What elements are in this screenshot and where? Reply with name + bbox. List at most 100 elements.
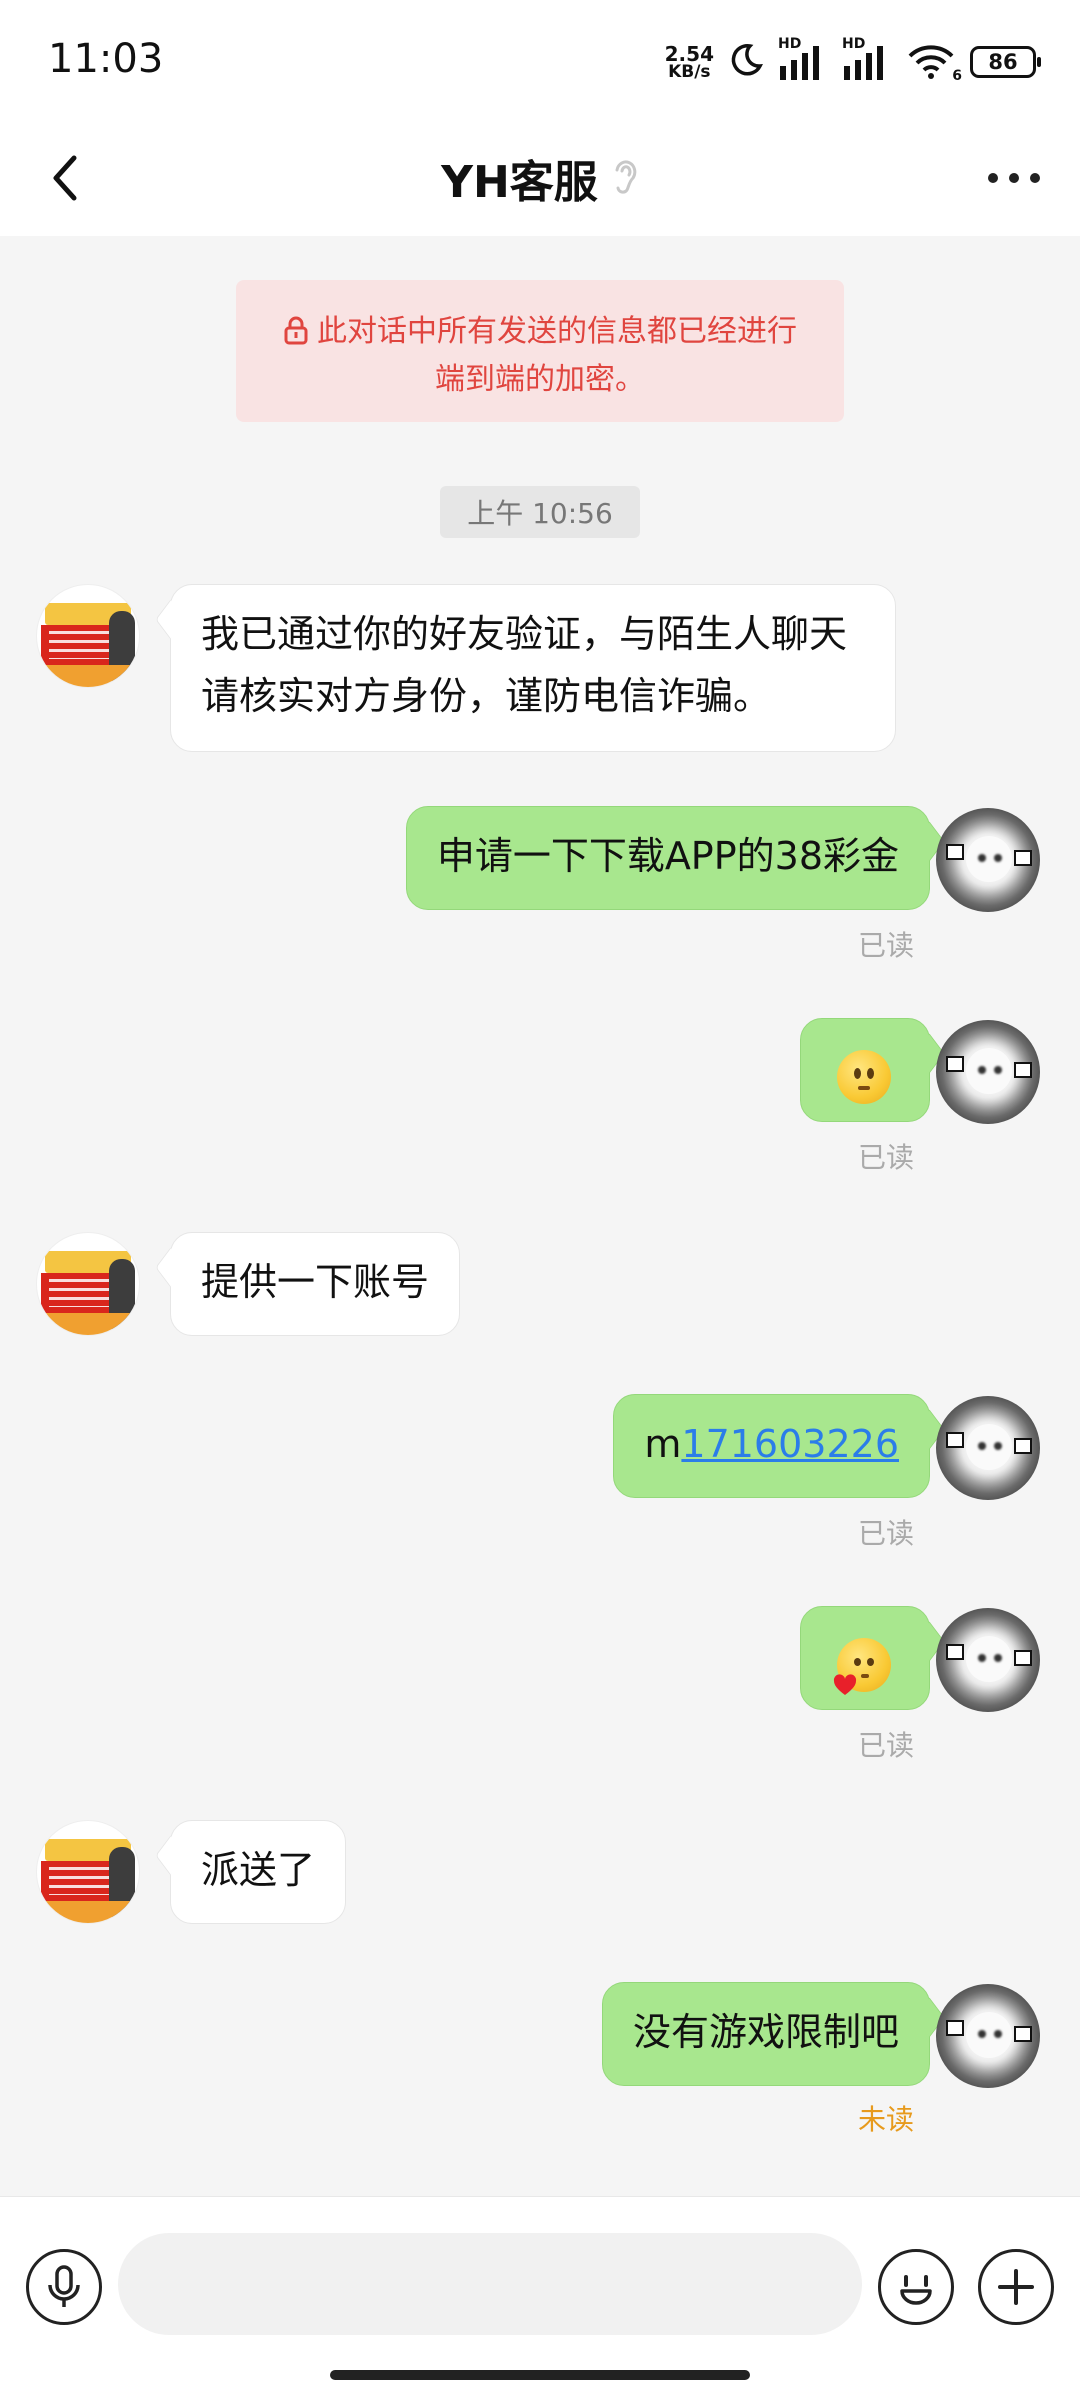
avatar-sticker bbox=[946, 1432, 964, 1448]
more-dot-icon bbox=[1030, 173, 1040, 183]
read-status: 已读 bbox=[857, 1729, 914, 1762]
user-avatar[interactable] bbox=[936, 1984, 1040, 2088]
avatar-eye bbox=[994, 1066, 1002, 1074]
avatar-bottom bbox=[37, 1901, 139, 1923]
message-text-prefix: m bbox=[644, 1422, 682, 1466]
phone-link[interactable]: 171603226 bbox=[681, 1422, 899, 1466]
chat-header: YH客服 bbox=[0, 120, 1080, 236]
message-bubble-outgoing[interactable]: 申请一下下载APP的38彩金 bbox=[405, 806, 930, 910]
message-bubble-outgoing[interactable] bbox=[800, 1606, 930, 1710]
agent-avatar[interactable] bbox=[36, 1820, 140, 1924]
message-bubble-incoming[interactable]: 提供一下账号 bbox=[170, 1232, 461, 1336]
emoji-face-icon bbox=[900, 2275, 932, 2305]
read-status: 已读 bbox=[857, 1517, 914, 1550]
more-dot-icon bbox=[1009, 173, 1019, 183]
header-title-wrap: YH客服 bbox=[0, 146, 1080, 210]
emoji-mouth bbox=[861, 1673, 869, 1678]
avatar-lines bbox=[49, 1867, 113, 1895]
avatar-bottom bbox=[37, 1313, 139, 1335]
more-options-button[interactable] bbox=[984, 154, 1044, 202]
avatar-eye bbox=[994, 1654, 1002, 1662]
avatar-sticker bbox=[946, 1056, 964, 1072]
message-text: 我已通过你的好友验证，与陌生人聊天请核实对方身份，谨防电信诈骗。 bbox=[201, 612, 848, 718]
avatar-eye bbox=[978, 2030, 986, 2038]
battery-level: 86 bbox=[988, 50, 1018, 74]
message-bubble-outgoing[interactable] bbox=[800, 1018, 930, 1122]
emoji-eye bbox=[867, 1657, 874, 1666]
message-bubble-incoming[interactable]: 派送了 bbox=[170, 1820, 347, 1924]
avatar-face bbox=[966, 1424, 1012, 1470]
user-avatar[interactable] bbox=[936, 1020, 1040, 1124]
voice-button[interactable] bbox=[26, 2249, 102, 2325]
sim2-hd-label: HD bbox=[842, 36, 866, 52]
avatar-bottom bbox=[37, 665, 139, 687]
avatar-eye bbox=[978, 1654, 986, 1662]
read-status: 已读 bbox=[857, 929, 914, 962]
sim1-hd-label: HD bbox=[778, 36, 802, 52]
ear-icon bbox=[613, 156, 639, 200]
input-bar bbox=[0, 2196, 1080, 2400]
message-text: 提供一下账号 bbox=[201, 1260, 430, 1304]
encryption-notice: 此对话中所有发送的信息都已经进行端到端的加密。 bbox=[236, 280, 844, 422]
avatar-sticker bbox=[946, 2020, 964, 2036]
message-bubble-outgoing[interactable]: m171603226 bbox=[613, 1394, 930, 1498]
avatar-face bbox=[966, 1048, 1012, 1094]
smile-emoji-icon bbox=[837, 1049, 891, 1104]
emoji-eye bbox=[854, 1067, 861, 1079]
home-indicator[interactable] bbox=[330, 2370, 750, 2380]
signal-1-icon: HD bbox=[778, 36, 828, 82]
chat-title: YH客服 bbox=[441, 157, 598, 208]
encryption-notice-text: 此对话中所有发送的信息都已经进行端到端的加密。 bbox=[317, 314, 797, 397]
avatar-sticker bbox=[1014, 1650, 1032, 1666]
emoji-mouth bbox=[858, 1085, 870, 1090]
network-speed: 2.54 KB/s bbox=[665, 44, 714, 81]
avatar-face bbox=[966, 2012, 1012, 2058]
network-speed-value: 2.54 bbox=[664, 41, 714, 66]
unread-status: 未读 bbox=[857, 2103, 914, 2136]
message-text: 申请一下下载APP的38彩金 bbox=[436, 834, 899, 878]
status-bar: 11:03 2.54 KB/s HD HD 6 86 bbox=[0, 0, 1080, 120]
microphone-icon bbox=[48, 2265, 80, 2307]
agent-avatar[interactable] bbox=[36, 1232, 140, 1336]
avatar-eye bbox=[978, 1442, 986, 1450]
emoji-button[interactable] bbox=[878, 2249, 954, 2325]
avatar-eye bbox=[978, 1066, 986, 1074]
user-avatar[interactable] bbox=[936, 808, 1040, 912]
time-separator: 上午 10:56 bbox=[440, 486, 640, 538]
avatar-sticker bbox=[1014, 1062, 1032, 1078]
message-text: 没有游戏限制吧 bbox=[632, 2010, 899, 2054]
avatar-sticker bbox=[946, 1644, 964, 1660]
signal-2-icon: HD bbox=[842, 36, 892, 82]
avatar-face bbox=[966, 1636, 1012, 1682]
message-input[interactable] bbox=[118, 2233, 862, 2335]
avatar-sticker bbox=[1014, 2026, 1032, 2042]
avatar-sticker bbox=[1014, 1438, 1032, 1454]
lock-icon bbox=[283, 314, 309, 358]
agent-avatar[interactable] bbox=[36, 584, 140, 688]
message-bubble-outgoing[interactable]: 没有游戏限制吧 bbox=[601, 1982, 930, 2086]
avatar-sticker bbox=[946, 844, 964, 860]
user-avatar[interactable] bbox=[936, 1608, 1040, 1712]
heart-icon bbox=[833, 1673, 857, 1695]
avatar-eye bbox=[994, 854, 1002, 862]
network-speed-unit: KB/s bbox=[668, 61, 711, 82]
avatar-sticker bbox=[1014, 850, 1032, 866]
user-avatar[interactable] bbox=[936, 1396, 1040, 1500]
more-dot-icon bbox=[988, 173, 998, 183]
add-button[interactable] bbox=[978, 2249, 1054, 2325]
avatar-eye bbox=[978, 854, 986, 862]
message-bubble-incoming[interactable]: 我已通过你的好友验证，与陌生人聊天请核实对方身份，谨防电信诈骗。 bbox=[170, 584, 896, 752]
avatar-eye bbox=[994, 1442, 1002, 1450]
emoji-eye bbox=[867, 1067, 874, 1079]
status-icons: 2.54 KB/s HD HD 6 86 bbox=[665, 36, 1041, 86]
avatar-eye bbox=[994, 2030, 1002, 2038]
emoji-eye bbox=[854, 1657, 861, 1666]
wifi-sub-label: 6 bbox=[952, 68, 962, 84]
message-text: 派送了 bbox=[201, 1848, 316, 1892]
heart-kiss-emoji-icon bbox=[833, 1637, 891, 1695]
moon-icon bbox=[728, 42, 764, 82]
battery-icon: 86 bbox=[970, 46, 1041, 78]
plus-icon bbox=[998, 2269, 1034, 2305]
avatar-face bbox=[966, 836, 1012, 882]
avatar-lines bbox=[49, 1279, 113, 1307]
